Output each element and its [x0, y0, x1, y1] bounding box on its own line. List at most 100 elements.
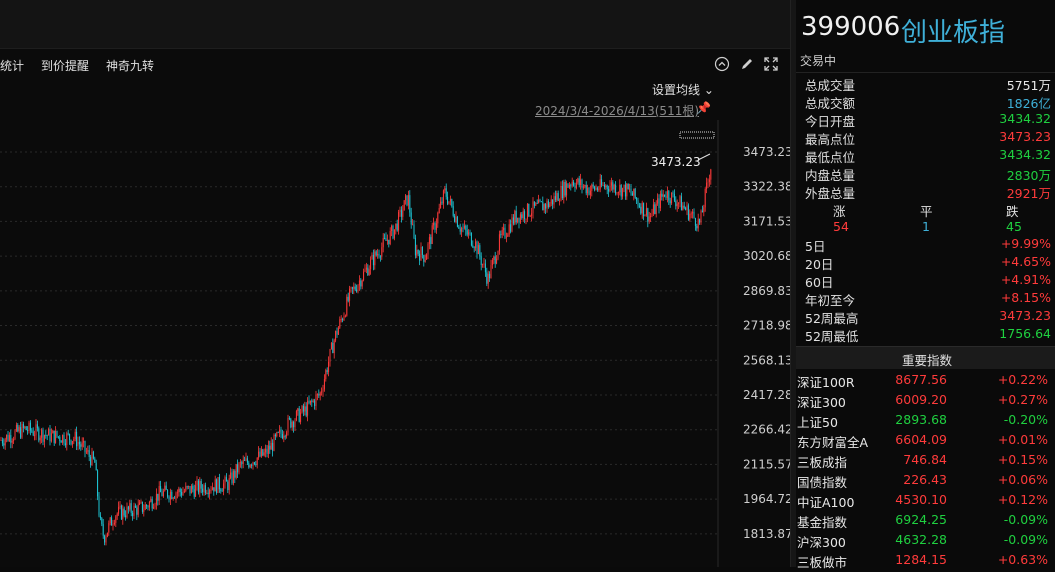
date-range-label[interactable]: 2024/3/4-2026/4/13(511根) — [535, 102, 699, 119]
candle-body — [344, 315, 346, 317]
period-value: +8.15% — [1000, 290, 1051, 305]
candle-body — [221, 490, 223, 492]
candle-body — [0, 440, 2, 441]
candle-body — [564, 182, 566, 196]
candle-body — [419, 253, 421, 261]
candle-body — [218, 477, 220, 490]
candle-body — [256, 457, 258, 465]
candle-body — [531, 213, 533, 216]
candle-body — [641, 202, 643, 214]
candle-body — [53, 430, 55, 443]
index-row[interactable]: 深证100R 8677.56 +0.22% — [796, 372, 1055, 392]
candle-body — [38, 428, 40, 441]
candle-body — [207, 492, 209, 495]
candle-body — [645, 208, 647, 215]
candle-body — [28, 422, 30, 432]
candle-body — [571, 181, 573, 186]
candle-body — [332, 342, 334, 354]
candle-body — [120, 505, 122, 520]
candle-body — [483, 263, 485, 265]
stat-label: 最高点位 — [805, 132, 856, 147]
candle-body — [519, 214, 521, 223]
index-row-name: 深证100R — [797, 375, 855, 390]
candle-body — [87, 450, 89, 452]
candle-body — [143, 509, 145, 512]
down-label: 跌 — [1006, 204, 1019, 219]
candle-body — [582, 186, 584, 188]
candle-body — [430, 237, 432, 244]
candle-body — [234, 471, 236, 478]
candle-body — [197, 480, 199, 493]
index-row-change: +0.22% — [997, 372, 1048, 387]
pin-icon[interactable]: 📌 — [696, 101, 711, 115]
candle-body — [427, 243, 429, 255]
candle-body — [400, 209, 402, 217]
candle-body — [405, 195, 407, 201]
candle-body — [85, 451, 87, 453]
candle-body — [504, 227, 506, 238]
index-row[interactable]: 国债指数 226.43 +0.06% — [796, 472, 1055, 492]
candle-body — [153, 507, 155, 509]
candle-body — [616, 192, 618, 194]
candle-body — [125, 515, 127, 518]
candle-body — [525, 218, 527, 220]
y-axis-ticks: 3473.23 3322.38 3171.53 3020.68 2869.83 2718.… — [743, 145, 790, 541]
candle-body — [511, 217, 513, 232]
candle-body — [346, 296, 348, 316]
period-row: 年初至今 +8.15% — [796, 290, 1055, 308]
candle-body — [290, 418, 292, 428]
candle-body — [398, 212, 400, 231]
candle-body — [1, 440, 3, 444]
index-row[interactable]: 上证50 2893.68 -0.20% — [796, 412, 1055, 432]
candle-body — [644, 214, 646, 217]
candle-body — [144, 505, 146, 510]
candle-body — [353, 286, 355, 289]
index-row[interactable]: 深证300 6009.20 +0.27% — [796, 392, 1055, 412]
indices-title: 重要指数 — [902, 353, 953, 368]
candle-body — [448, 201, 450, 204]
candle-body — [305, 406, 307, 416]
chart-area[interactable]: 统计 到价提醒 神奇九转 3473.23 3322.38 3171.53 3020.6… — [0, 0, 790, 567]
candle-body — [41, 429, 43, 438]
y-tick-label: 1964.72 — [743, 492, 790, 506]
index-row[interactable]: 沪深300 4632.28 -0.09% — [796, 532, 1055, 552]
index-row-name: 上证50 — [797, 415, 838, 430]
candle-body — [339, 319, 341, 328]
candle-body — [630, 188, 632, 194]
candle-body — [301, 405, 303, 413]
index-row[interactable]: 三板做市 1284.15 +0.63% — [796, 552, 1055, 572]
index-row[interactable]: 东方财富全A 6604.09 +0.01% — [796, 432, 1055, 452]
stat-value: 3473.23 — [999, 129, 1051, 144]
candle-body — [535, 203, 537, 206]
index-row[interactable]: 中证A100 4530.10 +0.12% — [796, 492, 1055, 512]
candle-body — [423, 255, 425, 262]
candle-body — [195, 485, 197, 497]
candle-body — [370, 259, 372, 270]
candle-body — [489, 273, 491, 279]
candle-body — [386, 239, 388, 241]
candle-body — [435, 223, 437, 230]
candle-body — [52, 430, 54, 434]
candle-body — [556, 193, 558, 200]
candle-body — [610, 182, 612, 186]
candle-body — [48, 429, 50, 436]
candle-body — [350, 287, 352, 289]
index-row[interactable]: 基金指数 6924.25 -0.09% — [796, 512, 1055, 532]
candle-body — [183, 491, 185, 492]
index-row-price: 2893.68 — [895, 412, 947, 427]
candle-body — [302, 405, 304, 412]
candle-body — [105, 536, 107, 543]
candle-body — [701, 210, 703, 213]
candle-body — [406, 195, 408, 206]
candle-body — [638, 205, 640, 207]
candle-body — [622, 187, 624, 197]
candle-body — [438, 207, 440, 213]
candle-body — [549, 203, 551, 208]
candle-body — [532, 201, 534, 214]
ma-setting-button[interactable]: 设置均线 ⌄ — [652, 81, 714, 98]
candle-body — [300, 412, 302, 422]
candle-body — [374, 251, 376, 266]
candle-body — [39, 437, 41, 441]
index-row[interactable]: 三板成指 746.84 +0.15% — [796, 452, 1055, 472]
candle-body — [287, 418, 289, 433]
